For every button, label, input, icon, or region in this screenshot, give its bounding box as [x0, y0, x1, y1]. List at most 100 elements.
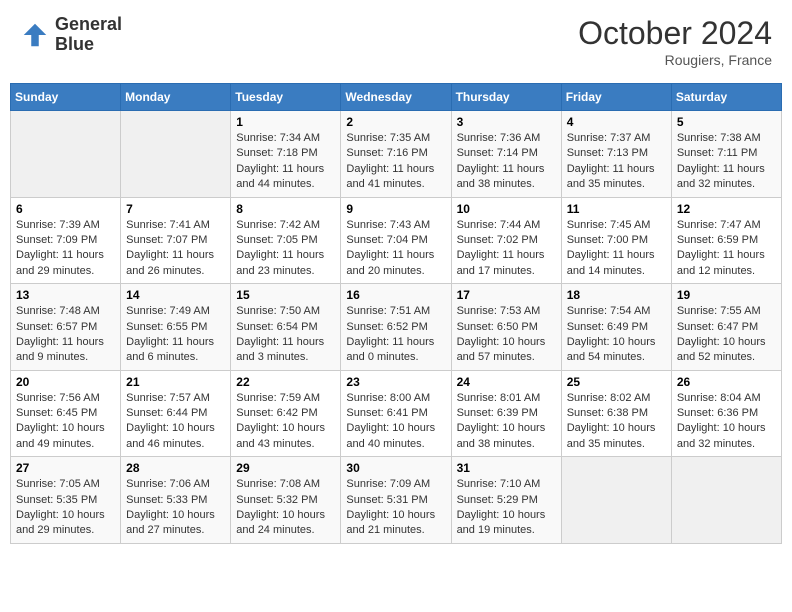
- calendar-cell: 17 Sunrise: 7:53 AM Sunset: 6:50 PM Dayli…: [451, 284, 561, 371]
- day-info: Sunrise: 7:38 AM Sunset: 7:11 PM Dayligh…: [677, 131, 776, 193]
- day-number: 31: [457, 461, 556, 475]
- day-info: Sunrise: 7:56 AM Sunset: 6:45 PM Dayligh…: [16, 391, 115, 453]
- day-number: 17: [457, 288, 556, 302]
- day-number: 16: [346, 288, 445, 302]
- calendar-cell: 23 Sunrise: 8:00 AM Sunset: 6:41 PM Dayli…: [341, 370, 451, 457]
- day-number: 13: [16, 288, 115, 302]
- calendar-cell: 11Sunrise: 7:45 AM Sunset: 7:00 PM Dayli…: [561, 197, 671, 284]
- calendar-cell: 7 Sunrise: 7:41 AM Sunset: 7:07 PM Daylig…: [121, 197, 231, 284]
- logo-icon: [20, 20, 50, 50]
- day-number: 12: [677, 202, 776, 216]
- calendar-cell: 12 Sunrise: 7:47 AM Sunset: 6:59 PM Dayli…: [671, 197, 781, 284]
- calendar-cell: [671, 457, 781, 544]
- day-number: 23: [346, 375, 445, 389]
- day-info: Sunrise: 7:39 AM Sunset: 7:09 PM Dayligh…: [16, 218, 115, 280]
- day-info: Sunrise: 7:57 AM Sunset: 6:44 PM Dayligh…: [126, 391, 225, 453]
- weekday-tuesday: Tuesday: [231, 84, 341, 111]
- day-info: Sunrise: 7:05 AM Sunset: 5:35 PM Dayligh…: [16, 477, 115, 539]
- day-number: 20: [16, 375, 115, 389]
- calendar-cell: 6 Sunrise: 7:39 AM Sunset: 7:09 PM Daylig…: [11, 197, 121, 284]
- calendar-cell: 1 Sunrise: 7:34 AM Sunset: 7:18 PM Daylig…: [231, 111, 341, 198]
- calendar-cell: [121, 111, 231, 198]
- calendar-cell: 9Sunrise: 7:43 AM Sunset: 7:04 PM Daylig…: [341, 197, 451, 284]
- calendar-body: 1 Sunrise: 7:34 AM Sunset: 7:18 PM Daylig…: [11, 111, 782, 544]
- day-number: 6: [16, 202, 115, 216]
- calendar-week-4: 27Sunrise: 7:05 AM Sunset: 5:35 PM Dayli…: [11, 457, 782, 544]
- weekday-sunday: Sunday: [11, 84, 121, 111]
- day-number: 7: [126, 202, 225, 216]
- calendar-cell: 19Sunrise: 7:55 AM Sunset: 6:47 PM Dayli…: [671, 284, 781, 371]
- calendar-cell: 30 Sunrise: 7:09 AM Sunset: 5:31 PM Dayli…: [341, 457, 451, 544]
- day-info: Sunrise: 7:47 AM Sunset: 6:59 PM Dayligh…: [677, 218, 776, 280]
- day-number: 15: [236, 288, 335, 302]
- month-title: October 2024: [578, 15, 772, 52]
- weekday-row: Sunday Monday Tuesday Wednesday Thursday…: [11, 84, 782, 111]
- day-info: Sunrise: 8:01 AM Sunset: 6:39 PM Dayligh…: [457, 391, 556, 453]
- day-number: 5: [677, 115, 776, 129]
- calendar-cell: 27Sunrise: 7:05 AM Sunset: 5:35 PM Dayli…: [11, 457, 121, 544]
- calendar-header: Sunday Monday Tuesday Wednesday Thursday…: [11, 84, 782, 111]
- logo-line2: Blue: [55, 35, 122, 55]
- day-info: Sunrise: 7:49 AM Sunset: 6:55 PM Dayligh…: [126, 304, 225, 366]
- day-info: Sunrise: 7:09 AM Sunset: 5:31 PM Dayligh…: [346, 477, 445, 539]
- day-info: Sunrise: 7:54 AM Sunset: 6:49 PM Dayligh…: [567, 304, 666, 366]
- day-info: Sunrise: 7:59 AM Sunset: 6:42 PM Dayligh…: [236, 391, 335, 453]
- day-info: Sunrise: 7:48 AM Sunset: 6:57 PM Dayligh…: [16, 304, 115, 366]
- day-number: 24: [457, 375, 556, 389]
- calendar-cell: 28 Sunrise: 7:06 AM Sunset: 5:33 PM Dayli…: [121, 457, 231, 544]
- calendar-cell: 2 Sunrise: 7:35 AM Sunset: 7:16 PM Daylig…: [341, 111, 451, 198]
- calendar-cell: 31 Sunrise: 7:10 AM Sunset: 5:29 PM Dayli…: [451, 457, 561, 544]
- day-number: 22: [236, 375, 335, 389]
- weekday-thursday: Thursday: [451, 84, 561, 111]
- day-info: Sunrise: 8:04 AM Sunset: 6:36 PM Dayligh…: [677, 391, 776, 453]
- calendar-cell: 18 Sunrise: 7:54 AM Sunset: 6:49 PM Dayli…: [561, 284, 671, 371]
- location-title: Rougiers, France: [578, 52, 772, 68]
- day-info: Sunrise: 7:10 AM Sunset: 5:29 PM Dayligh…: [457, 477, 556, 539]
- day-number: 10: [457, 202, 556, 216]
- day-info: Sunrise: 7:34 AM Sunset: 7:18 PM Dayligh…: [236, 131, 335, 193]
- day-info: Sunrise: 7:06 AM Sunset: 5:33 PM Dayligh…: [126, 477, 225, 539]
- day-info: Sunrise: 8:00 AM Sunset: 6:41 PM Dayligh…: [346, 391, 445, 453]
- calendar-week-1: 6 Sunrise: 7:39 AM Sunset: 7:09 PM Daylig…: [11, 197, 782, 284]
- page-header: General Blue October 2024 Rougiers, Fran…: [10, 10, 782, 73]
- day-number: 3: [457, 115, 556, 129]
- day-info: Sunrise: 7:41 AM Sunset: 7:07 PM Dayligh…: [126, 218, 225, 280]
- day-info: Sunrise: 7:53 AM Sunset: 6:50 PM Dayligh…: [457, 304, 556, 366]
- calendar-cell: 13 Sunrise: 7:48 AM Sunset: 6:57 PM Dayli…: [11, 284, 121, 371]
- day-number: 18: [567, 288, 666, 302]
- calendar-cell: 14 Sunrise: 7:49 AM Sunset: 6:55 PM Dayli…: [121, 284, 231, 371]
- weekday-wednesday: Wednesday: [341, 84, 451, 111]
- calendar-table: Sunday Monday Tuesday Wednesday Thursday…: [10, 83, 782, 544]
- calendar-cell: 24 Sunrise: 8:01 AM Sunset: 6:39 PM Dayli…: [451, 370, 561, 457]
- day-info: Sunrise: 8:02 AM Sunset: 6:38 PM Dayligh…: [567, 391, 666, 453]
- calendar-cell: [561, 457, 671, 544]
- day-number: 28: [126, 461, 225, 475]
- day-info: Sunrise: 7:08 AM Sunset: 5:32 PM Dayligh…: [236, 477, 335, 539]
- day-info: Sunrise: 7:37 AM Sunset: 7:13 PM Dayligh…: [567, 131, 666, 193]
- day-number: 29: [236, 461, 335, 475]
- day-number: 21: [126, 375, 225, 389]
- calendar-cell: 4Sunrise: 7:37 AM Sunset: 7:13 PM Daylig…: [561, 111, 671, 198]
- logo: General Blue: [20, 15, 122, 55]
- day-number: 25: [567, 375, 666, 389]
- day-number: 2: [346, 115, 445, 129]
- calendar-cell: 3Sunrise: 7:36 AM Sunset: 7:14 PM Daylig…: [451, 111, 561, 198]
- day-number: 30: [346, 461, 445, 475]
- calendar-cell: 16Sunrise: 7:51 AM Sunset: 6:52 PM Dayli…: [341, 284, 451, 371]
- calendar-cell: 21 Sunrise: 7:57 AM Sunset: 6:44 PM Dayli…: [121, 370, 231, 457]
- calendar-cell: 26 Sunrise: 8:04 AM Sunset: 6:36 PM Dayli…: [671, 370, 781, 457]
- calendar-week-2: 13 Sunrise: 7:48 AM Sunset: 6:57 PM Dayli…: [11, 284, 782, 371]
- calendar-cell: 29 Sunrise: 7:08 AM Sunset: 5:32 PM Dayli…: [231, 457, 341, 544]
- calendar-cell: 20 Sunrise: 7:56 AM Sunset: 6:45 PM Dayli…: [11, 370, 121, 457]
- day-number: 14: [126, 288, 225, 302]
- calendar-cell: 10 Sunrise: 7:44 AM Sunset: 7:02 PM Dayli…: [451, 197, 561, 284]
- day-info: Sunrise: 7:35 AM Sunset: 7:16 PM Dayligh…: [346, 131, 445, 193]
- day-info: Sunrise: 7:45 AM Sunset: 7:00 PM Dayligh…: [567, 218, 666, 280]
- day-number: 26: [677, 375, 776, 389]
- day-info: Sunrise: 7:50 AM Sunset: 6:54 PM Dayligh…: [236, 304, 335, 366]
- calendar-cell: 15 Sunrise: 7:50 AM Sunset: 6:54 PM Dayli…: [231, 284, 341, 371]
- day-info: Sunrise: 7:44 AM Sunset: 7:02 PM Dayligh…: [457, 218, 556, 280]
- day-info: Sunrise: 7:55 AM Sunset: 6:47 PM Dayligh…: [677, 304, 776, 366]
- day-number: 1: [236, 115, 335, 129]
- title-block: October 2024 Rougiers, France: [578, 15, 772, 68]
